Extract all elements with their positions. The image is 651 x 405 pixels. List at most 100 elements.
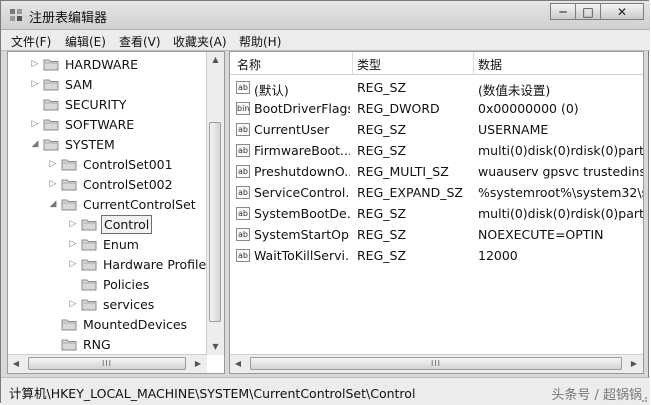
value-row[interactable]: bin BootDriverFlags REG_DWORD 0x00000000 (0…	[230, 98, 643, 119]
tree-node-label[interactable]: Policies	[101, 276, 151, 293]
expand-arrow-icon[interactable]: ▷	[68, 219, 78, 229]
values-horizontal-scroll-thumb[interactable]: III	[250, 357, 622, 370]
column-header-type[interactable]: 类型	[357, 56, 381, 73]
column-header-name[interactable]: 名称	[237, 56, 261, 73]
tree-node-label[interactable]: Enum	[101, 236, 141, 253]
tree-node-label[interactable]: SAM	[63, 76, 95, 93]
value-data-cell: 12000	[478, 248, 518, 263]
scroll-right-arrow-icon[interactable]: ▶	[190, 356, 206, 372]
value-data-cell: NOEXECUTE=OPTIN	[478, 227, 604, 242]
tree-node[interactable]: ◢ CurrentControlSet	[48, 194, 198, 214]
tree-horizontal-scrollbar[interactable]: ◀ III ▶	[8, 354, 207, 373]
tree-node-label-selected[interactable]: Control	[101, 214, 153, 234]
expand-arrow-icon[interactable]: ▷	[68, 239, 78, 249]
tree-node-label[interactable]: SOFTWARE	[63, 116, 136, 133]
scroll-left-arrow-icon[interactable]: ◀	[230, 356, 246, 372]
resize-grip-icon[interactable]	[638, 393, 648, 403]
menu-bar: 文件(F) 编辑(E) 查看(V) 收藏夹(A) 帮助(H)	[1, 30, 650, 51]
tree-node[interactable]: ▷ HARDWARE	[30, 54, 140, 74]
tree-node-label[interactable]: MountedDevices	[81, 316, 189, 333]
title-bar[interactable]: 注册表编辑器 ─ □ ✕	[1, 1, 650, 30]
tree-vertical-scrollbar[interactable]: ▲ ▼	[206, 52, 224, 355]
status-bar: 计算机\HKEY_LOCAL_MACHINE\SYSTEM\CurrentCon…	[1, 377, 650, 405]
registry-tree-pane[interactable]: ▷ HARDWARE ▷ SAM SECURITY ▷ SOFTWARE ◢ SYSTEM ▷ Co…	[7, 51, 225, 374]
minimize-button[interactable]: ─	[550, 3, 576, 20]
tree-horizontal-scroll-thumb[interactable]: III	[28, 357, 186, 370]
value-name-cell: ServiceControl...	[254, 185, 350, 200]
tree-node[interactable]: ◢ SYSTEM	[30, 134, 117, 154]
scroll-down-arrow-icon[interactable]: ▼	[207, 339, 224, 355]
tree-node[interactable]: ▷ ControlSet001	[48, 154, 175, 174]
tree-node[interactable]: ▷ Enum	[68, 234, 141, 254]
menu-view[interactable]: 查看(V)	[119, 33, 161, 50]
value-row[interactable]: ab FirmwareBoot... REG_SZ multi(0)disk(0)rd…	[230, 140, 643, 161]
maximize-button[interactable]: □	[575, 3, 601, 20]
menu-help[interactable]: 帮助(H)	[239, 33, 281, 50]
value-data-cell: (数值未设置)	[478, 83, 551, 98]
tree-node-label[interactable]: services	[101, 296, 156, 313]
string-value-icon: ab	[236, 144, 250, 157]
tree-node[interactable]: ▷ ControlSet002	[48, 174, 175, 194]
value-type-cell: REG_SZ	[357, 206, 407, 221]
tree-node[interactable]: MountedDevices	[48, 314, 189, 334]
tree-node[interactable]: SECURITY	[30, 94, 128, 114]
value-type-cell: REG_SZ	[357, 227, 407, 242]
tree-node[interactable]: ▷ Control	[68, 214, 153, 234]
value-row[interactable]: ab WaitToKillServi... REG_SZ 12000	[230, 245, 643, 266]
value-row[interactable]: ab SystemBootDe... REG_SZ multi(0)disk(0)rd…	[230, 203, 643, 224]
tree-node[interactable]: ▷ Hardware Profiles	[68, 254, 215, 274]
value-data-cell: multi(0)disk(0)rdisk(0)partitic	[478, 143, 643, 158]
expand-arrow-icon[interactable]: ◢	[48, 199, 58, 209]
string-value-icon: ab	[236, 81, 250, 94]
tree-node[interactable]: ▷ SOFTWARE	[30, 114, 136, 134]
value-row[interactable]: ab CurrentUser REG_SZ USERNAME	[230, 119, 643, 140]
expand-arrow-icon[interactable]: ▷	[48, 179, 58, 189]
window-title: 注册表编辑器	[29, 11, 108, 26]
value-row[interactable]: ab ServiceControl... REG_EXPAND_SZ %systemr…	[230, 182, 643, 203]
value-name-cell: BootDriverFlags	[254, 101, 350, 116]
value-type-cell: REG_SZ	[357, 122, 407, 137]
column-divider[interactable]	[352, 52, 353, 74]
close-button[interactable]: ✕	[600, 3, 644, 20]
tree-vertical-scroll-thumb[interactable]	[209, 122, 221, 322]
folder-icon	[81, 239, 97, 250]
expand-arrow-icon[interactable]: ▷	[30, 119, 40, 129]
tree-node-label[interactable]: ControlSet002	[81, 176, 175, 193]
tree-node[interactable]: ▷ services	[68, 294, 156, 314]
tree-node[interactable]: RNG	[48, 334, 113, 354]
scroll-right-arrow-icon[interactable]: ▶	[626, 356, 642, 372]
tree-node-label[interactable]: ControlSet001	[81, 156, 175, 173]
expand-arrow-icon[interactable]: ▷	[30, 79, 40, 89]
tree-node-label[interactable]: SYSTEM	[63, 136, 117, 153]
tree-node-label[interactable]: HARDWARE	[63, 56, 140, 73]
value-row[interactable]: ab (默认) REG_SZ (数值未设置)	[230, 77, 643, 98]
scroll-up-arrow-icon[interactable]: ▲	[207, 52, 224, 68]
column-header-data[interactable]: 数据	[478, 56, 502, 73]
value-type-cell: REG_MULTI_SZ	[357, 164, 449, 179]
expand-arrow-icon[interactable]: ▷	[30, 59, 40, 69]
folder-icon	[61, 179, 77, 190]
registry-values-pane[interactable]: 名称 类型 数据 ab (默认) REG_SZ (数值未设置) bin BootDrive…	[229, 51, 644, 374]
expand-arrow-icon[interactable]: ◢	[30, 139, 40, 149]
column-divider[interactable]	[473, 52, 474, 74]
tree-node[interactable]: Policies	[68, 274, 151, 294]
string-value-icon: ab	[236, 186, 250, 199]
tree-node-label[interactable]: RNG	[81, 336, 113, 353]
values-horizontal-scrollbar[interactable]: ◀ III ▶	[230, 354, 643, 373]
value-row[interactable]: ab SystemStartOp... REG_SZ NOEXECUTE=OPTIN	[230, 224, 643, 245]
folder-icon	[81, 219, 97, 230]
folder-icon	[81, 299, 97, 310]
expand-arrow-icon[interactable]: ▷	[68, 259, 78, 269]
menu-edit[interactable]: 编辑(E)	[65, 33, 106, 50]
scroll-left-arrow-icon[interactable]: ◀	[8, 356, 24, 372]
tree-node-label[interactable]: SECURITY	[63, 96, 128, 113]
tree-node[interactable]: ▷ SAM	[30, 74, 95, 94]
tree-node-label[interactable]: Hardware Profiles	[101, 256, 215, 273]
menu-file[interactable]: 文件(F)	[11, 33, 51, 50]
menu-favorites[interactable]: 收藏夹(A)	[173, 33, 227, 50]
tree-node-label[interactable]: CurrentControlSet	[81, 196, 198, 213]
value-type-cell: REG_DWORD	[357, 101, 440, 116]
expand-arrow-icon[interactable]: ▷	[48, 159, 58, 169]
value-row[interactable]: ab PreshutdownO... REG_MULTI_SZ wuauserv gp…	[230, 161, 643, 182]
expand-arrow-icon[interactable]: ▷	[68, 299, 78, 309]
